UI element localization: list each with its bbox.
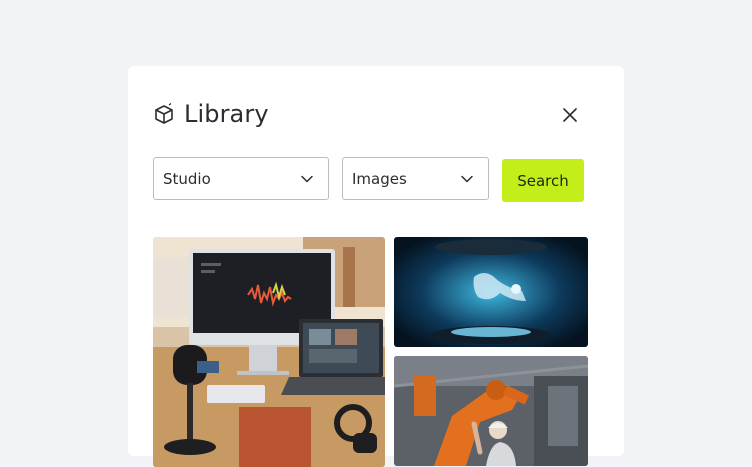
close-icon — [563, 108, 577, 122]
robot-hologram-image[interactable] — [394, 237, 588, 347]
box-icon — [153, 103, 175, 125]
podcast-studio-desk-image[interactable] — [153, 237, 385, 467]
type-select[interactable]: Images — [342, 157, 489, 200]
source-select-value: Studio — [163, 169, 211, 188]
close-button[interactable] — [560, 105, 580, 125]
chevron-down-icon — [301, 175, 313, 183]
chevron-down-icon — [461, 175, 473, 183]
source-select[interactable]: Studio — [153, 157, 329, 200]
industrial-robot-arm-image[interactable] — [394, 356, 588, 466]
dialog-header: Library — [153, 100, 269, 128]
type-select-value: Images — [352, 169, 407, 188]
library-dialog: Library Studio Images Search — [128, 66, 624, 467]
search-button[interactable]: Search — [502, 159, 584, 202]
dialog-title: Library — [184, 100, 269, 128]
